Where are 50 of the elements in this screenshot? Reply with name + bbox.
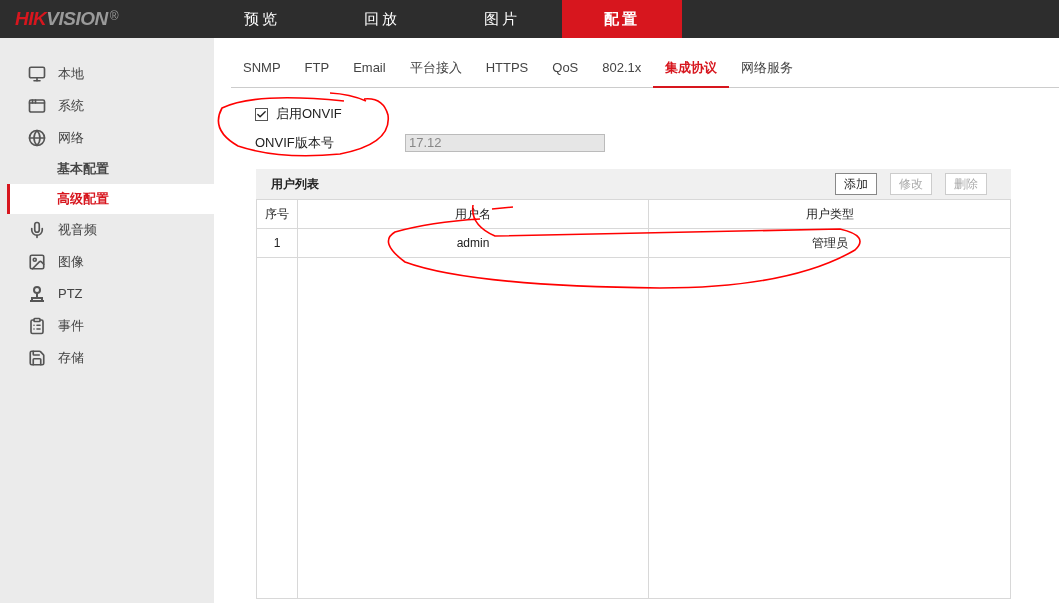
globe-icon (28, 129, 46, 147)
tab[interactable]: SNMP (231, 50, 293, 88)
tab[interactable]: 802.1x (590, 50, 654, 88)
tab[interactable]: 平台接入 (397, 50, 474, 88)
checkbox-label: 启用ONVIF (276, 105, 342, 124)
tab[interactable]: 集成协议 (653, 50, 730, 88)
monitor-icon (28, 65, 46, 83)
tab[interactable]: Email (341, 50, 398, 88)
sidebar-item[interactable]: 网络 (0, 122, 214, 154)
field-label: ONVIF版本号 (255, 134, 335, 153)
nav-tab[interactable]: 配置 (562, 0, 682, 38)
logo: HIKVISION® (14, 6, 120, 31)
sidebar-label: PTZ (58, 285, 83, 304)
tab[interactable]: 网络服务 (729, 50, 806, 88)
sidebar-item[interactable]: 视音频 (0, 214, 214, 246)
clipboard-icon (28, 317, 46, 335)
check-icon (256, 108, 267, 120)
microphone-icon (28, 221, 46, 239)
tab[interactable]: FTP (292, 50, 342, 88)
table-cell: admin (297, 229, 648, 257)
sidebar-label: 本地 (58, 65, 84, 84)
sidebar-item[interactable]: PTZ (0, 278, 214, 310)
sidebar-subitem[interactable]: 高级配置 (7, 184, 214, 214)
nav-tab[interactable]: 图片 (442, 0, 562, 38)
list-title: 用户列表 (271, 176, 320, 193)
column-header: 用户类型 (648, 200, 1010, 228)
sidebar-item[interactable]: 系统 (0, 90, 214, 122)
sidebar-label: 图像 (58, 253, 84, 272)
sidebar-label: 事件 (58, 317, 84, 336)
joystick-icon (28, 285, 46, 303)
list-button[interactable]: 添加 (835, 173, 877, 195)
checkbox[interactable] (255, 107, 268, 121)
sidebar-item[interactable]: 存储 (0, 342, 214, 374)
image-icon (28, 253, 46, 271)
sidebar-item[interactable]: 事件 (0, 310, 214, 342)
column-header: 序号 (264, 206, 290, 223)
window-icon (28, 97, 46, 115)
sidebar-subitem[interactable]: 基本配置 (7, 154, 214, 184)
table-cell-text: 1 (272, 235, 282, 252)
sidebar-label: 系统 (58, 97, 84, 116)
nav-tab[interactable]: 回放 (322, 0, 442, 38)
sidebar-label: 视音频 (58, 221, 97, 240)
sidebar-label: 网络 (58, 129, 84, 148)
tab[interactable]: QoS (540, 50, 591, 88)
sidebar-label: 存储 (58, 349, 84, 368)
nav-tab[interactable]: 预览 (202, 0, 322, 38)
sidebar-item[interactable]: 本地 (0, 58, 214, 90)
tab[interactable]: HTTPS (473, 50, 541, 88)
table-cell: 管理员 (648, 229, 1010, 257)
sidebar-item[interactable]: 图像 (0, 246, 214, 278)
